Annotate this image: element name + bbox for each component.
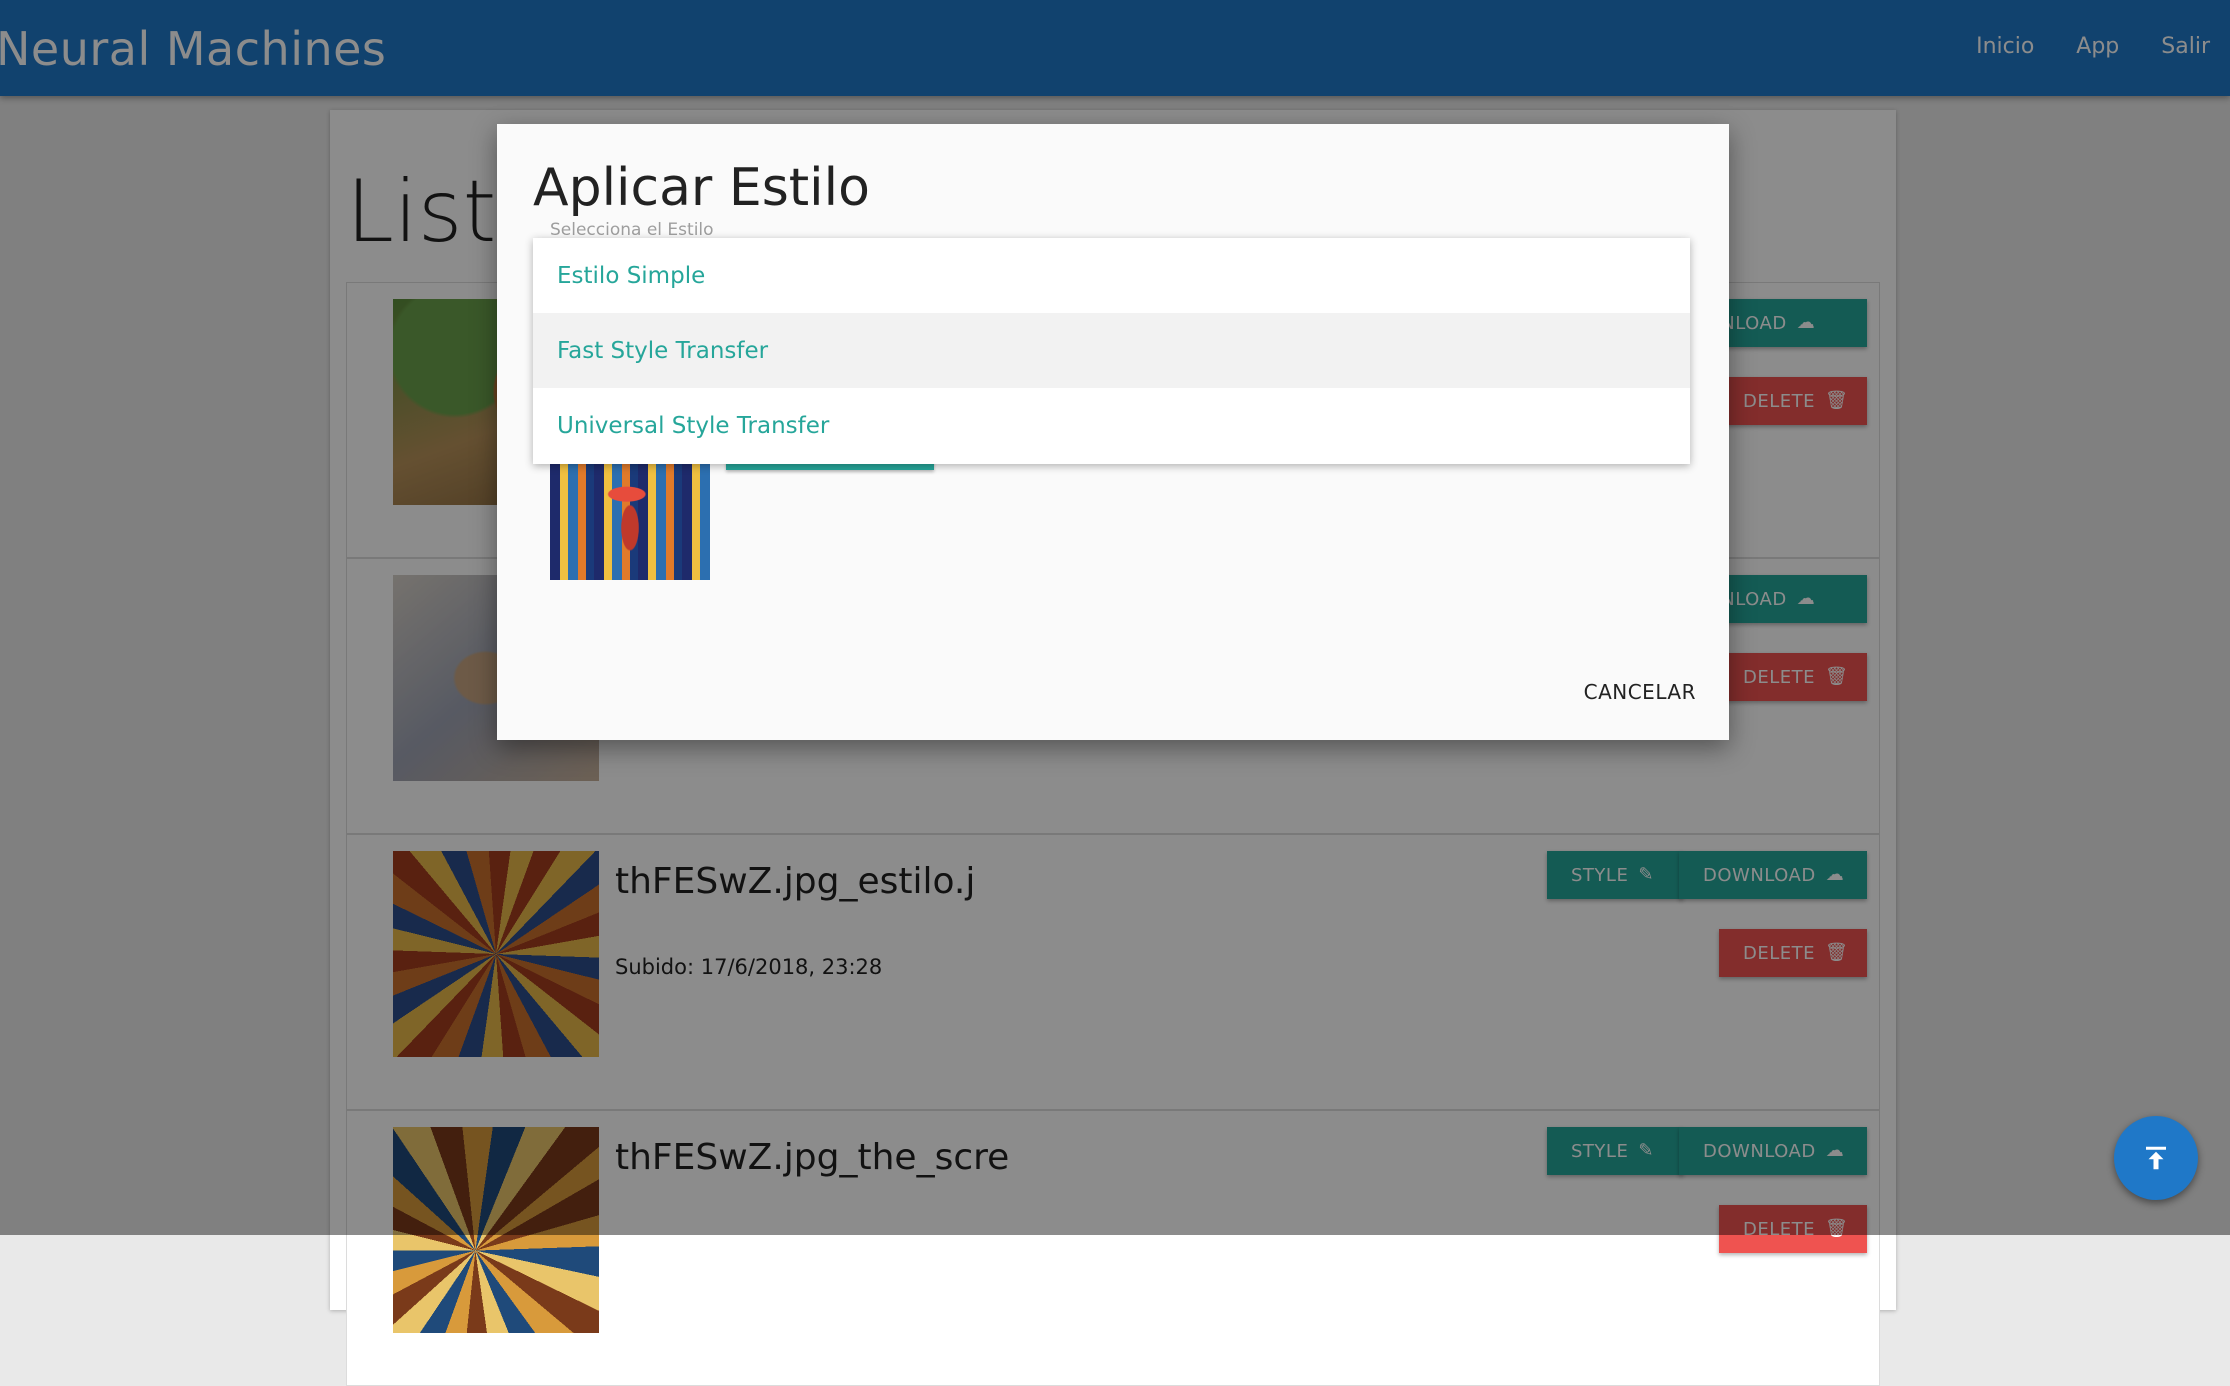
- select-label: Selecciona el Estilo: [550, 220, 714, 240]
- vertical-align-top-icon: [2146, 1146, 2166, 1170]
- modal-title: Aplicar Estilo: [533, 158, 870, 218]
- scroll-to-top-button[interactable]: [2114, 1116, 2198, 1200]
- apply-style-modal: Aplicar Estilo Selecciona el Estilo Esti…: [497, 124, 1729, 740]
- option-universal-style-transfer[interactable]: Universal Style Transfer: [533, 388, 1690, 463]
- style-select-dropdown[interactable]: Estilo Simple Fast Style Transfer Univer…: [533, 238, 1690, 464]
- option-fast-style-transfer[interactable]: Fast Style Transfer: [533, 313, 1690, 388]
- option-estilo-simple[interactable]: Estilo Simple: [533, 238, 1690, 313]
- cancel-button[interactable]: CANCELAR: [1584, 680, 1696, 704]
- style-preview-image: [550, 464, 710, 580]
